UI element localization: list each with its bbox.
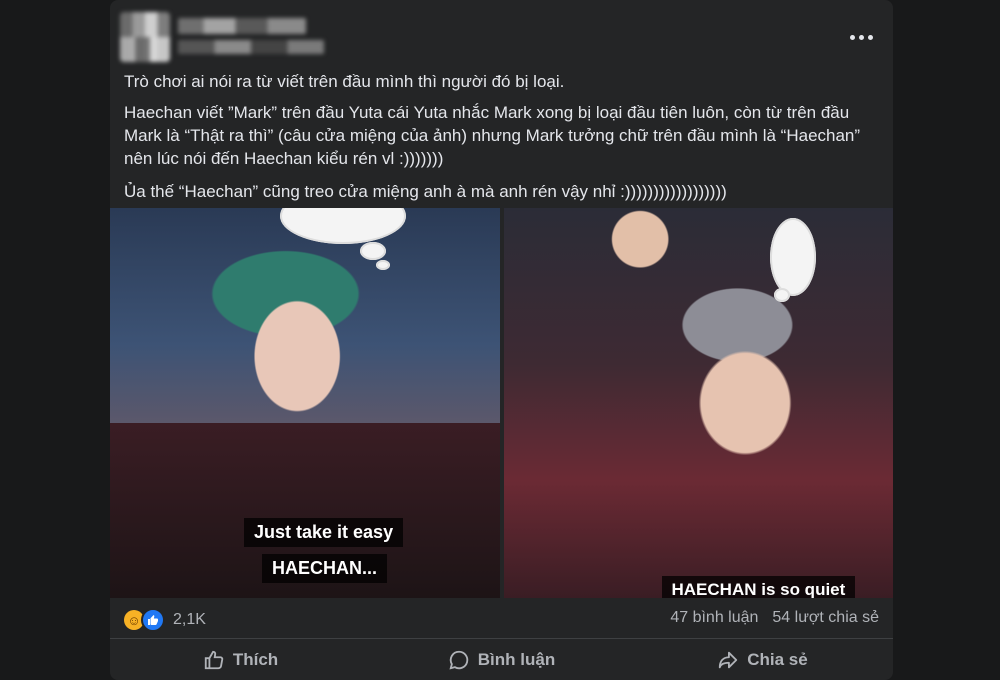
reaction-count: 2,1K	[173, 611, 206, 628]
thought-bubble	[280, 208, 406, 244]
post-card: Trò chơi ai nói ra từ viết trên đầu mình…	[110, 0, 893, 680]
share-count[interactable]: 54 lượt chia sẻ	[772, 609, 879, 627]
engagement-stats: 47 bình luận 54 lượt chia sẻ	[670, 609, 879, 627]
avatar[interactable]	[120, 12, 170, 62]
more-options-button[interactable]	[843, 22, 879, 52]
comment-count[interactable]: 47 bình luận	[670, 609, 758, 627]
like-icon	[141, 608, 165, 632]
post-paragraph: Ủa thế “Haechan” cũng treo cửa miệng anh…	[124, 182, 727, 201]
subtitle-line-2: HAECHAN...	[262, 554, 388, 583]
post-images[interactable]: Just take it easy HAECHAN... HAECHAN is …	[110, 208, 893, 598]
comment-icon	[449, 650, 468, 670]
post-actions: Thích Bình luận Chia sẻ	[110, 640, 893, 680]
subtitle-line-1: Just take it easy	[244, 518, 404, 547]
post-text: Trò chơi ai nói ra từ viết trên đầu mình…	[124, 70, 879, 211]
share-label: Chia sẻ	[747, 650, 808, 669]
like-button[interactable]: Thích	[110, 640, 371, 680]
author-name-blurred[interactable]	[178, 18, 306, 34]
comment-label: Bình luận	[477, 650, 556, 669]
share-icon	[719, 651, 738, 669]
share-button[interactable]: Chia sẻ	[632, 640, 893, 680]
post-paragraph: Haechan viết ”Mark” trên đầu Yuta cái Yu…	[124, 103, 861, 168]
reactions-summary[interactable]: ☺ 2,1K	[124, 608, 206, 632]
comment-button[interactable]: Bình luận	[371, 640, 632, 680]
post-header	[110, 0, 893, 70]
post-paragraph: Trò chơi ai nói ra từ viết trên đầu mình…	[124, 72, 565, 91]
thought-bubble	[769, 218, 816, 296]
like-label: Thích	[232, 650, 279, 669]
subtitle: HAECHAN is so quiet	[661, 576, 856, 598]
photo-right[interactable]: HAECHAN is so quiet	[503, 208, 893, 598]
thumb-up-icon	[204, 650, 223, 670]
photo-left[interactable]: Just take it easy HAECHAN...	[110, 208, 500, 598]
post-stats: ☺ 2,1K 47 bình luận 54 lượt chia sẻ	[110, 600, 893, 639]
post-meta-blurred	[178, 40, 324, 54]
more-icon	[849, 34, 855, 40]
